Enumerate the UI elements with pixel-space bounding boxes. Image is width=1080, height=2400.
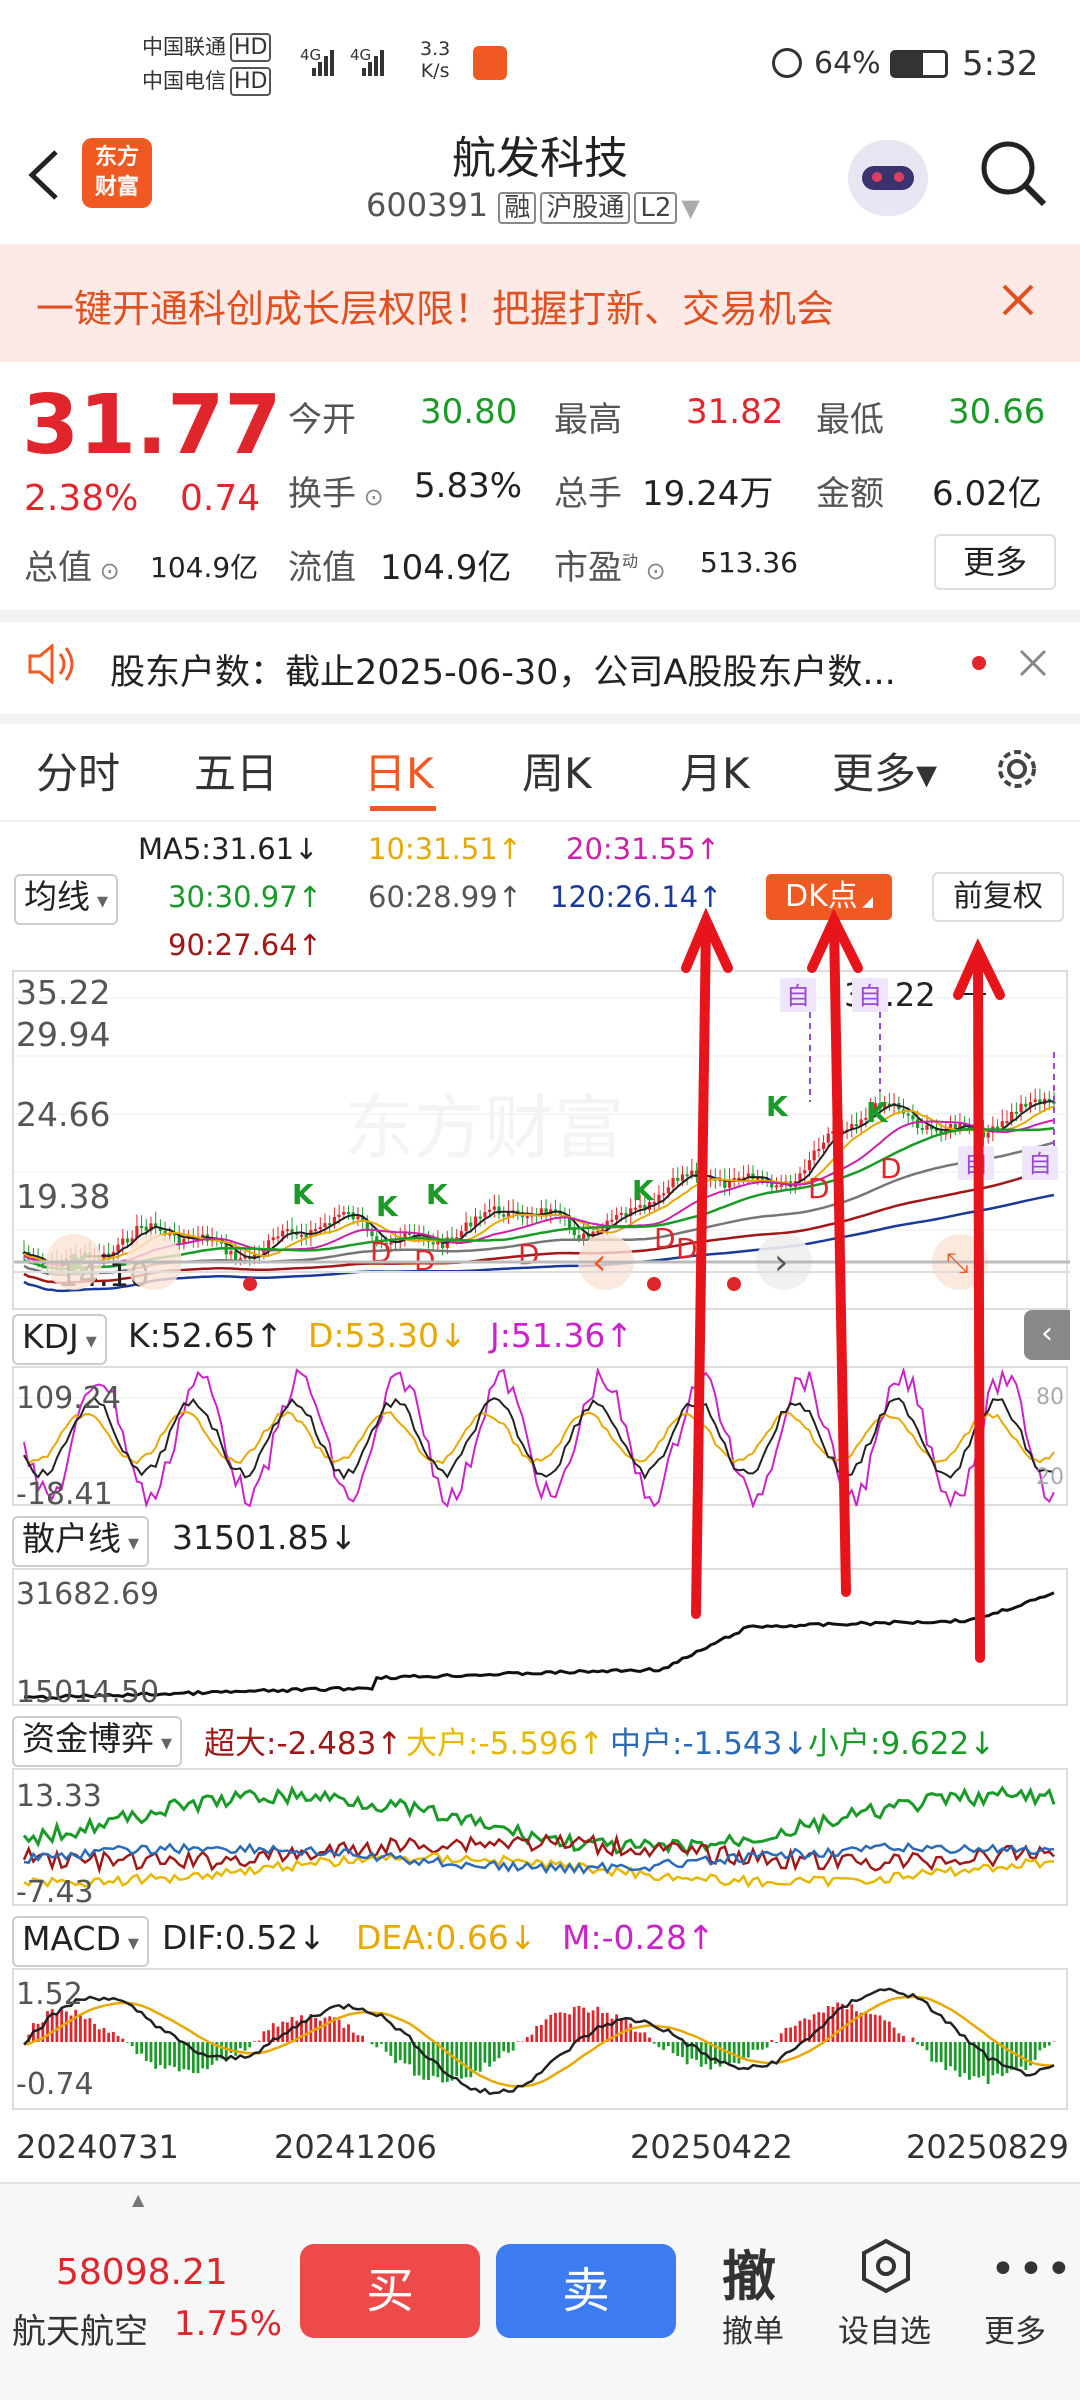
cancel-order-icon[interactable]: 撤: [722, 2232, 776, 2311]
cancel-order-label[interactable]: 撤单: [722, 2306, 784, 2351]
add-watchlist-label[interactable]: 设自选: [838, 2306, 931, 2351]
sell-button[interactable]: 卖: [496, 2244, 676, 2338]
more-dots-icon[interactable]: •••: [990, 2244, 1074, 2295]
annotation-arrows: [681, 907, 1005, 1663]
buy-button[interactable]: 买: [300, 2244, 480, 2338]
index-change[interactable]: 1.75%: [174, 2304, 282, 2344]
index-name[interactable]: 航天航空: [12, 2304, 148, 2353]
index-value[interactable]: 58098.21: [56, 2252, 228, 2293]
chevron-up-icon[interactable]: ▲: [132, 2190, 144, 2209]
add-watchlist-icon[interactable]: [858, 2238, 914, 2294]
more-label[interactable]: 更多: [984, 2306, 1046, 2351]
